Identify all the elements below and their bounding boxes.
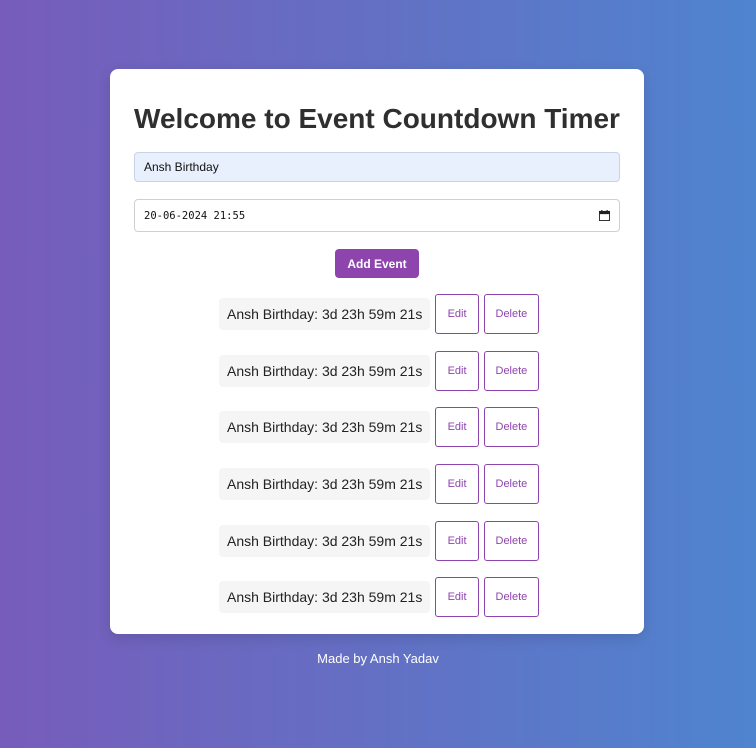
event-item: Ansh Birthday: 3d 23h 59m 21s Edit Delet… — [219, 294, 539, 334]
add-event-button[interactable]: Add Event — [335, 249, 419, 278]
event-countdown-label: Ansh Birthday: 3d 23h 59m 21s — [219, 354, 431, 387]
edit-event-button[interactable]: Edit — [435, 350, 479, 391]
event-item: Ansh Birthday: 3d 23h 59m 21s Edit Delet… — [219, 407, 539, 448]
event-countdown-label: Ansh Birthday: 3d 23h 59m 21s — [219, 468, 431, 501]
edit-event-button[interactable]: Edit — [435, 407, 479, 448]
event-countdown-label: Ansh Birthday: 3d 23h 59m 21s — [219, 298, 431, 330]
event-item: Ansh Birthday: 3d 23h 59m 21s Edit Delet… — [219, 464, 539, 505]
delete-event-button[interactable]: Delete — [483, 464, 539, 505]
delete-event-button[interactable]: Delete — [483, 520, 539, 561]
delete-event-button[interactable]: Delete — [483, 407, 539, 448]
edit-event-button[interactable]: Edit — [435, 520, 479, 561]
event-countdown-label: Ansh Birthday: 3d 23h 59m 21s — [219, 411, 431, 444]
footer-credit: Made by Ansh Yadav — [317, 651, 439, 666]
event-datetime-value: 20-06-2024 21:55 — [144, 209, 246, 222]
page-title: Welcome to Event Countdown Timer — [134, 103, 620, 134]
event-item: Ansh Birthday: 3d 23h 59m 21s Edit Delet… — [219, 520, 539, 561]
event-item: Ansh Birthday: 3d 23h 59m 21s Edit Delet… — [219, 350, 539, 391]
event-datetime-input[interactable]: 20-06-2024 21:55 — [134, 199, 620, 232]
edit-event-button[interactable]: Edit — [435, 577, 479, 618]
event-item: Ansh Birthday: 3d 23h 59m 21s Edit Delet… — [219, 577, 539, 618]
edit-event-button[interactable]: Edit — [435, 464, 479, 505]
delete-event-button[interactable]: Delete — [483, 577, 539, 618]
event-countdown-label: Ansh Birthday: 3d 23h 59m 21s — [219, 524, 431, 557]
event-list: Ansh Birthday: 3d 23h 59m 21s Edit Delet… — [219, 294, 539, 634]
calendar-icon[interactable] — [599, 210, 610, 221]
countdown-card: Welcome to Event Countdown Timer 20-06-2… — [110, 69, 644, 634]
edit-event-button[interactable]: Edit — [435, 294, 479, 334]
event-name-input[interactable] — [134, 152, 620, 182]
delete-event-button[interactable]: Delete — [483, 350, 539, 391]
delete-event-button[interactable]: Delete — [483, 294, 539, 334]
event-countdown-label: Ansh Birthday: 3d 23h 59m 21s — [219, 581, 431, 614]
